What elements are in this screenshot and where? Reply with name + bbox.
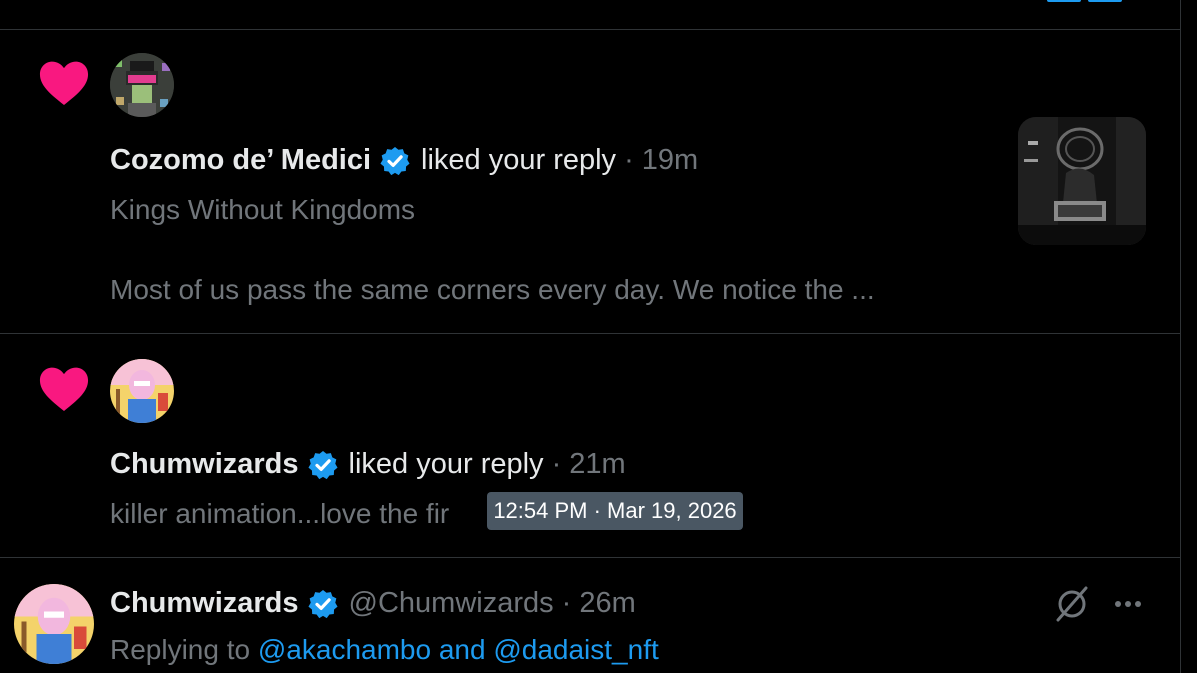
- verified-badge-icon: [380, 146, 410, 175]
- post-thumbnail[interactable]: [1018, 117, 1146, 245]
- notification-text: Cozomo de’ Medici liked your reply · 19m: [110, 144, 698, 177]
- heart-icon: [39, 367, 89, 411]
- replying-prefix: Replying to: [110, 634, 251, 665]
- replying-to: Replying to @akachambo and @dadaist_nft: [110, 634, 659, 666]
- timestamp-tooltip: 12:54 PM · Mar 19, 2026: [487, 492, 743, 530]
- notification-item[interactable]: Cozomo de’ Medici liked your reply · 19m…: [0, 30, 1180, 334]
- previous-notification-edge: [0, 0, 1180, 30]
- partial-media-fragment: [1088, 0, 1122, 2]
- replying-and: and: [438, 634, 486, 665]
- post-excerpt: killer animation...love the fir: [110, 498, 450, 529]
- notifications-feed: Cozomo de’ Medici liked your reply · 19m…: [0, 0, 1181, 673]
- notification-action: liked your reply: [421, 144, 617, 176]
- user-name[interactable]: Cozomo de’ Medici: [110, 144, 371, 177]
- grok-icon[interactable]: [1052, 584, 1092, 624]
- wizard-avatar-image: [110, 359, 174, 423]
- heart-icon: [39, 61, 89, 105]
- verified-badge-icon: [307, 450, 338, 479]
- separator-dot: ·: [624, 144, 634, 176]
- avatar[interactable]: [110, 53, 174, 117]
- notification-action: liked your reply: [348, 448, 544, 480]
- thumbnail-image: [1018, 117, 1146, 245]
- reply-post[interactable]: Chumwizards @Chumwizards · 26m Replying …: [0, 558, 1180, 673]
- user-handle[interactable]: @Chumwizards: [349, 587, 554, 620]
- post-header: Chumwizards @Chumwizards · 26m: [110, 587, 636, 620]
- mention-link[interactable]: @akachambo: [258, 634, 431, 665]
- partial-media-fragment: [1047, 0, 1081, 2]
- separator-dot: ·: [561, 587, 572, 619]
- post-excerpt: Most of us pass the same corners every d…: [110, 274, 875, 305]
- more-icon[interactable]: [1110, 590, 1146, 618]
- user-name[interactable]: Chumwizards: [110, 587, 299, 620]
- separator-dot: ·: [551, 448, 562, 480]
- timestamp[interactable]: 21m: [569, 448, 625, 481]
- verified-badge-icon: [307, 589, 338, 618]
- pixel-avatar-image: [110, 53, 174, 117]
- mention-link[interactable]: @dadaist_nft: [493, 634, 658, 665]
- user-name[interactable]: Chumwizards: [110, 448, 299, 481]
- wizard-avatar-image: [14, 584, 94, 664]
- notification-text: Chumwizards liked your reply · 21m: [110, 448, 626, 481]
- avatar[interactable]: [14, 584, 94, 664]
- avatar[interactable]: [110, 359, 174, 423]
- timestamp[interactable]: 26m: [579, 587, 635, 620]
- post-title: Kings Without Kingdoms: [110, 194, 416, 225]
- timestamp[interactable]: 19m: [642, 144, 698, 177]
